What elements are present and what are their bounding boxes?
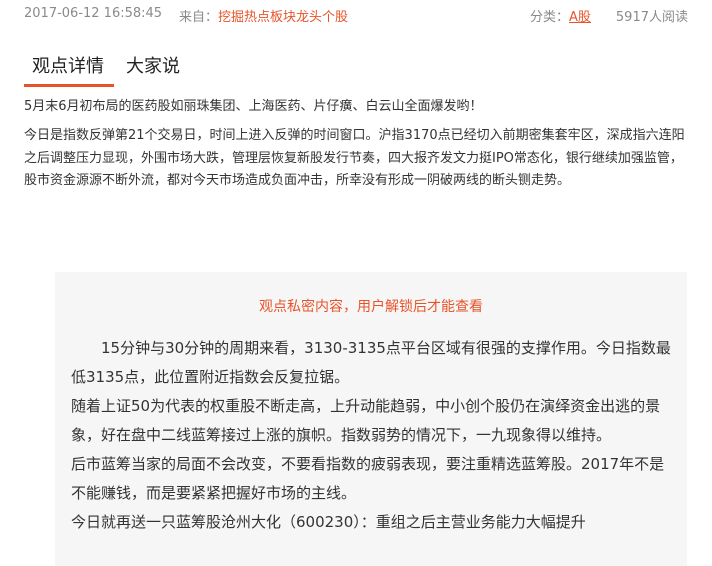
locked-paragraph-3: 后市蓝筹当家的局面不会改变，不要看指数的疲弱表现，要注重精选蓝筹股。2017年不… <box>71 455 665 502</box>
article-paragraph-2: 今日是指数反弹第21个交易日，时间上进入反弹的时间窗口。沪指3170点已经切入前… <box>24 128 685 188</box>
active-tab-indicator <box>24 84 114 87</box>
publish-date: 2017-06-12 16:58:45 <box>24 6 163 21</box>
article-paragraph-1: 5月末6月初布局的医药股如丽珠集团、上海医药、片仔癀、白云山全面爆发哟！ <box>24 99 483 114</box>
locked-paragraph-2: 随着上证50为代表的权重股不断走高，上升动能趋弱，中小创个股仍在演绎资金出逃的景… <box>71 397 661 444</box>
locked-paragraph-4: 今日就再送一只蓝筹股沧州大化（600230）：重组之后主营业务能力大幅提升 <box>71 513 586 531</box>
category-label: 分类： <box>530 10 570 25</box>
tab-bar: 观点详情 大家说 <box>24 52 688 88</box>
source-label: 来自： <box>179 10 219 25</box>
source: 来自：挖掘热点板块龙头个股 <box>179 6 348 25</box>
tab-comments[interactable]: 大家说 <box>126 52 180 84</box>
article-meta-bar: 2017-06-12 16:58:45 来自：挖掘热点板块龙头个股 分类：A股 … <box>24 6 688 26</box>
category: 分类：A股 <box>530 6 591 25</box>
unlock-notice[interactable]: 观点私密内容，用户解锁后才能查看 <box>55 296 687 316</box>
read-count: 5917人阅读 <box>615 10 688 25</box>
tab-details[interactable]: 观点详情 <box>32 52 104 84</box>
locked-content-box: 观点私密内容，用户解锁后才能查看 15分钟与30分钟的周期来看，3130-313… <box>55 272 687 566</box>
source-link[interactable]: 挖掘热点板块龙头个股 <box>218 10 348 25</box>
category-link[interactable]: A股 <box>569 10 591 25</box>
locked-paragraph-1: 15分钟与30分钟的周期来看，3130-3135点平台区域有很强的支撑作用。今日… <box>71 339 671 386</box>
locked-text: 15分钟与30分钟的周期来看，3130-3135点平台区域有很强的支撑作用。今日… <box>71 334 675 537</box>
